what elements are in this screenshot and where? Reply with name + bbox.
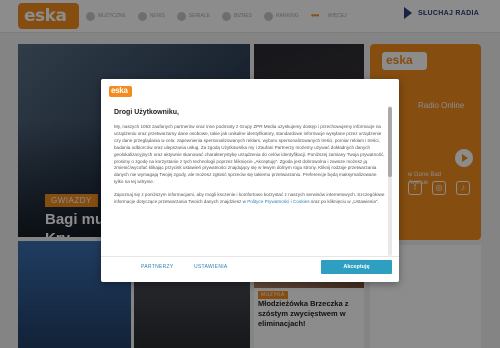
- dialog-title: Drogi Użytkowniku,: [114, 109, 179, 116]
- consent-paragraph: My, naszych 1063 zaufanych partnerów ora…: [114, 124, 385, 185]
- eska-logo: eska: [109, 86, 132, 97]
- scrollbar-thumb[interactable]: [388, 107, 392, 177]
- divider: [101, 256, 399, 257]
- consent-text-part: oraz po kliknięciu w „Ustawienia”.: [309, 199, 379, 205]
- consent-paragraph: Zapoznaj się z poniższym informacjami, a…: [114, 192, 386, 206]
- consent-text: My, naszych 1063 zaufanych partnerów ora…: [114, 124, 386, 259]
- accept-button[interactable]: Akceptuję: [321, 260, 392, 274]
- logo-text: eska: [111, 86, 128, 95]
- cookies-link[interactable]: Cookies: [293, 199, 310, 204]
- settings-button[interactable]: USTAWIENIA: [194, 264, 228, 270]
- consent-dialog: eska Drogi Użytkowniku, My, naszych 1063…: [101, 79, 399, 282]
- privacy-policy-link[interactable]: Polityce Prywatności: [247, 199, 289, 204]
- partners-button[interactable]: PARTNERZY: [141, 264, 174, 270]
